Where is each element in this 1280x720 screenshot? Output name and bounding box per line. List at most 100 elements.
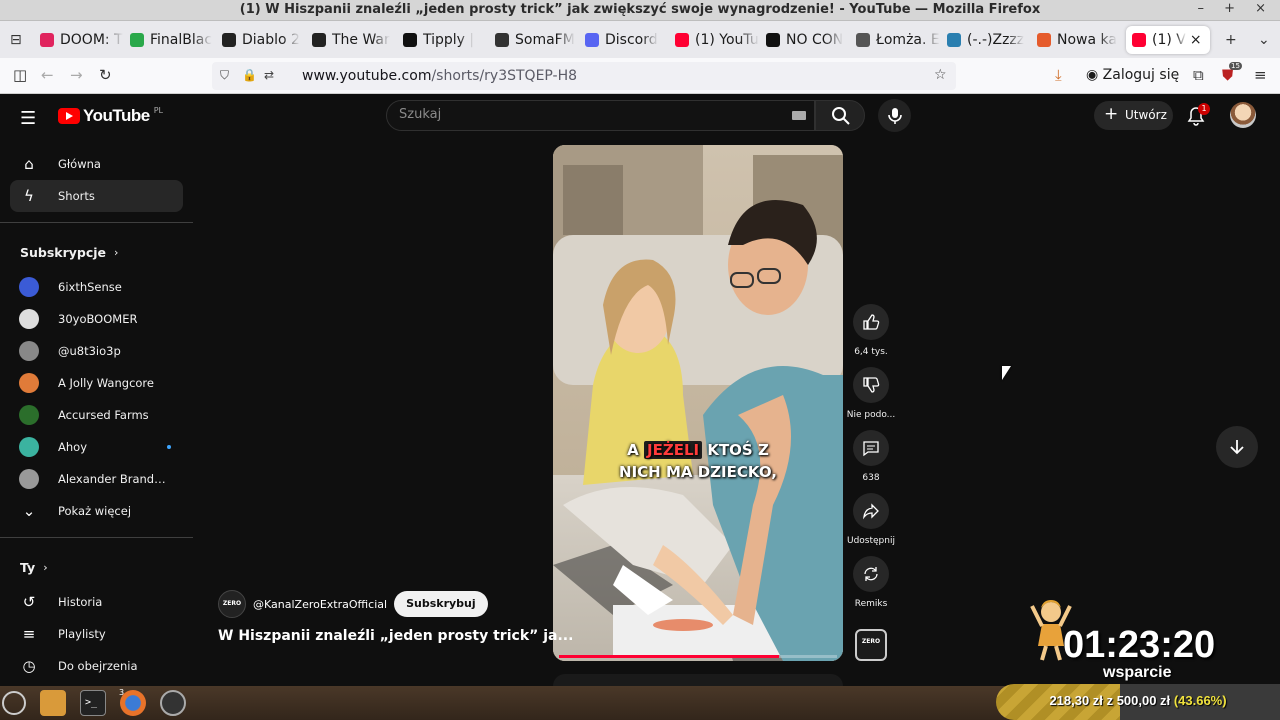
browser-tab[interactable]: Łomża. E [856, 26, 940, 54]
shield-icon[interactable]: ⛉ [220, 68, 229, 83]
thumbs-up-icon [863, 314, 880, 330]
account-icon: ◉ [1086, 67, 1103, 83]
terminal-icon[interactable]: >_ [80, 690, 106, 716]
like-button[interactable] [853, 304, 889, 340]
search-icon [832, 107, 850, 125]
browser-tab[interactable]: FinalBlac [130, 26, 214, 54]
channel-avatar [19, 277, 39, 297]
keyboard-icon[interactable] [792, 111, 806, 120]
menu-icon[interactable]: ≡ [1254, 66, 1267, 84]
sidebar-item[interactable]: A Jolly Wangcore [10, 367, 183, 399]
sidebar-item[interactable]: 6ixthSense [10, 271, 183, 303]
dislike-button[interactable] [853, 367, 889, 403]
obs-icon[interactable] [160, 690, 186, 716]
search-input[interactable] [399, 107, 779, 122]
share-icon [863, 503, 879, 520]
video-progress-bar[interactable] [559, 655, 837, 658]
browser-tab[interactable]: SomaFM [495, 26, 579, 54]
create-button[interactable]: + Utwórz [1094, 101, 1173, 130]
sidebar-item[interactable]: Alexander Brandon ... [10, 463, 183, 495]
subscriptions-header[interactable]: Subskrypcje › [0, 233, 193, 271]
short-title[interactable]: W Hiszpanii znaleźli „jeden prosty trick… [218, 628, 573, 644]
tab-favicon-icon [495, 33, 509, 47]
sidebar-item[interactable]: ⌂ Główna [10, 148, 183, 180]
donation-goal-text: 218,30 zł z 500,00 zł (43.66%) [1049, 693, 1227, 708]
sidebar-item[interactable]: @u8t3io3p [10, 335, 183, 367]
donation-goal-bar: 218,30 zł z 500,00 zł (43.66%) [996, 684, 1280, 720]
subscribe-button[interactable]: Subskrybuj [394, 591, 488, 617]
avatar[interactable] [1230, 102, 1256, 128]
tab-favicon-icon [1132, 33, 1146, 47]
sidebar-item[interactable]: 30yoBOOMER [10, 303, 183, 335]
lock-icon[interactable]: 🔒 [242, 68, 257, 82]
sound-channel-thumbnail[interactable]: ZERO [855, 629, 887, 661]
tab-favicon-icon [585, 33, 599, 47]
url-text: www.youtube.com/shorts/ry3STQEP-H8 [302, 68, 578, 84]
file-manager-icon[interactable] [40, 690, 66, 716]
stream-timer: 01:23:20 [1063, 624, 1216, 666]
sidebar-item[interactable]: Accursed Farms [10, 399, 183, 431]
sidebar-item[interactable]: ϟ Shorts [10, 180, 183, 212]
browser-tab[interactable]: DOOM: T [40, 26, 124, 54]
forward-icon[interactable]: → [70, 66, 83, 84]
short-video-player[interactable]: A JEŻELI KTOŚ Z NICH MA DZIECKO, [553, 145, 843, 661]
permissions-icon[interactable]: ⇄ [264, 68, 274, 82]
notifications-button[interactable]: 1 [1186, 103, 1210, 126]
window-controls[interactable]: – + × [1197, 1, 1274, 16]
youtube-logo[interactable]: YouTube PL [58, 106, 163, 126]
url-bar[interactable]: ⛉ 🔒 ⇄ www.youtube.com/shorts/ry3STQEP-H8… [212, 62, 956, 90]
sidebar-divider [0, 537, 193, 538]
comment-icon [863, 441, 879, 457]
tab-favicon-icon [766, 33, 780, 47]
tab-favicon-icon [675, 33, 689, 47]
tab-favicon-icon [312, 33, 326, 47]
you-header[interactable]: Ty › [0, 548, 193, 586]
search-box [386, 100, 815, 131]
extension-badge: 15 [1229, 62, 1242, 70]
browser-tab[interactable]: Diablo 2 [222, 26, 306, 54]
sidebar-item[interactable]: Ahoy [10, 431, 183, 463]
guide-menu-icon[interactable]: ☰ [20, 108, 36, 129]
browser-tab[interactable]: (1) YouTu [675, 26, 759, 54]
close-tab-icon[interactable]: × [1190, 32, 1202, 48]
tab-list-icon[interactable]: ⌄ [1258, 32, 1270, 48]
dislike-action: Nie podo... [846, 367, 896, 420]
app-menu-icon[interactable] [2, 691, 26, 715]
new-tab-icon[interactable]: + [1225, 32, 1237, 48]
window-title: (1) W Hiszpanii znaleźli „jeden prosty t… [239, 2, 1041, 17]
browser-tab[interactable]: (1) V × [1126, 26, 1210, 54]
remix-button[interactable] [853, 556, 889, 592]
sidebar-item[interactable]: ↺ Historia [10, 586, 183, 618]
like-count: 6,4 tys. [854, 347, 888, 357]
comments-button[interactable] [853, 430, 889, 466]
show-more-button[interactable]: ⌄ Pokaż więcej [10, 495, 183, 527]
watch-later-icon: ◷ [22, 657, 36, 675]
sidebar-item[interactable]: ≡ Playlisty [10, 618, 183, 650]
channel-name[interactable]: @KanalZeroExtraOfficial [253, 598, 387, 611]
sidebar-item[interactable]: ◷ Do obejrzenia [10, 650, 183, 682]
login-button[interactable]: ◉ Zaloguj się [1086, 67, 1179, 83]
back-icon[interactable]: ← [41, 66, 54, 84]
browser-tab[interactable]: Tipply | [403, 26, 487, 54]
playlist-icon: ≡ [22, 625, 36, 643]
search-button[interactable] [815, 100, 865, 131]
download-icon[interactable]: ⤓ [1055, 66, 1062, 84]
next-short-button[interactable] [1216, 426, 1258, 468]
share-button[interactable] [853, 493, 889, 529]
browser-tab[interactable]: (-.-)Zzzz [947, 26, 1031, 54]
video-frame [553, 145, 843, 661]
reload-icon[interactable]: ↻ [99, 66, 112, 84]
browser-tab[interactable]: NO CON [766, 26, 850, 54]
voice-search-button[interactable] [878, 99, 911, 132]
browser-tab[interactable]: The War [312, 26, 396, 54]
chevron-right-icon: › [43, 560, 48, 574]
channel-avatar[interactable]: ZERO [218, 590, 246, 618]
extensions-icon[interactable]: ⧉ [1193, 66, 1204, 84]
tab-bar: ⊟ DOOM: T FinalBlac Diablo 2 The War Tipply … [0, 21, 1280, 58]
tab-favicon-icon [856, 33, 870, 47]
browser-tab[interactable]: Nowa ka [1037, 26, 1121, 54]
bookmark-star-icon[interactable]: ☆ [934, 67, 947, 83]
sidebar-toggle-icon[interactable]: ◫ [13, 66, 27, 84]
tab-overview-icon[interactable]: ⊟ [10, 32, 22, 48]
browser-tab[interactable]: Discord [585, 26, 669, 54]
